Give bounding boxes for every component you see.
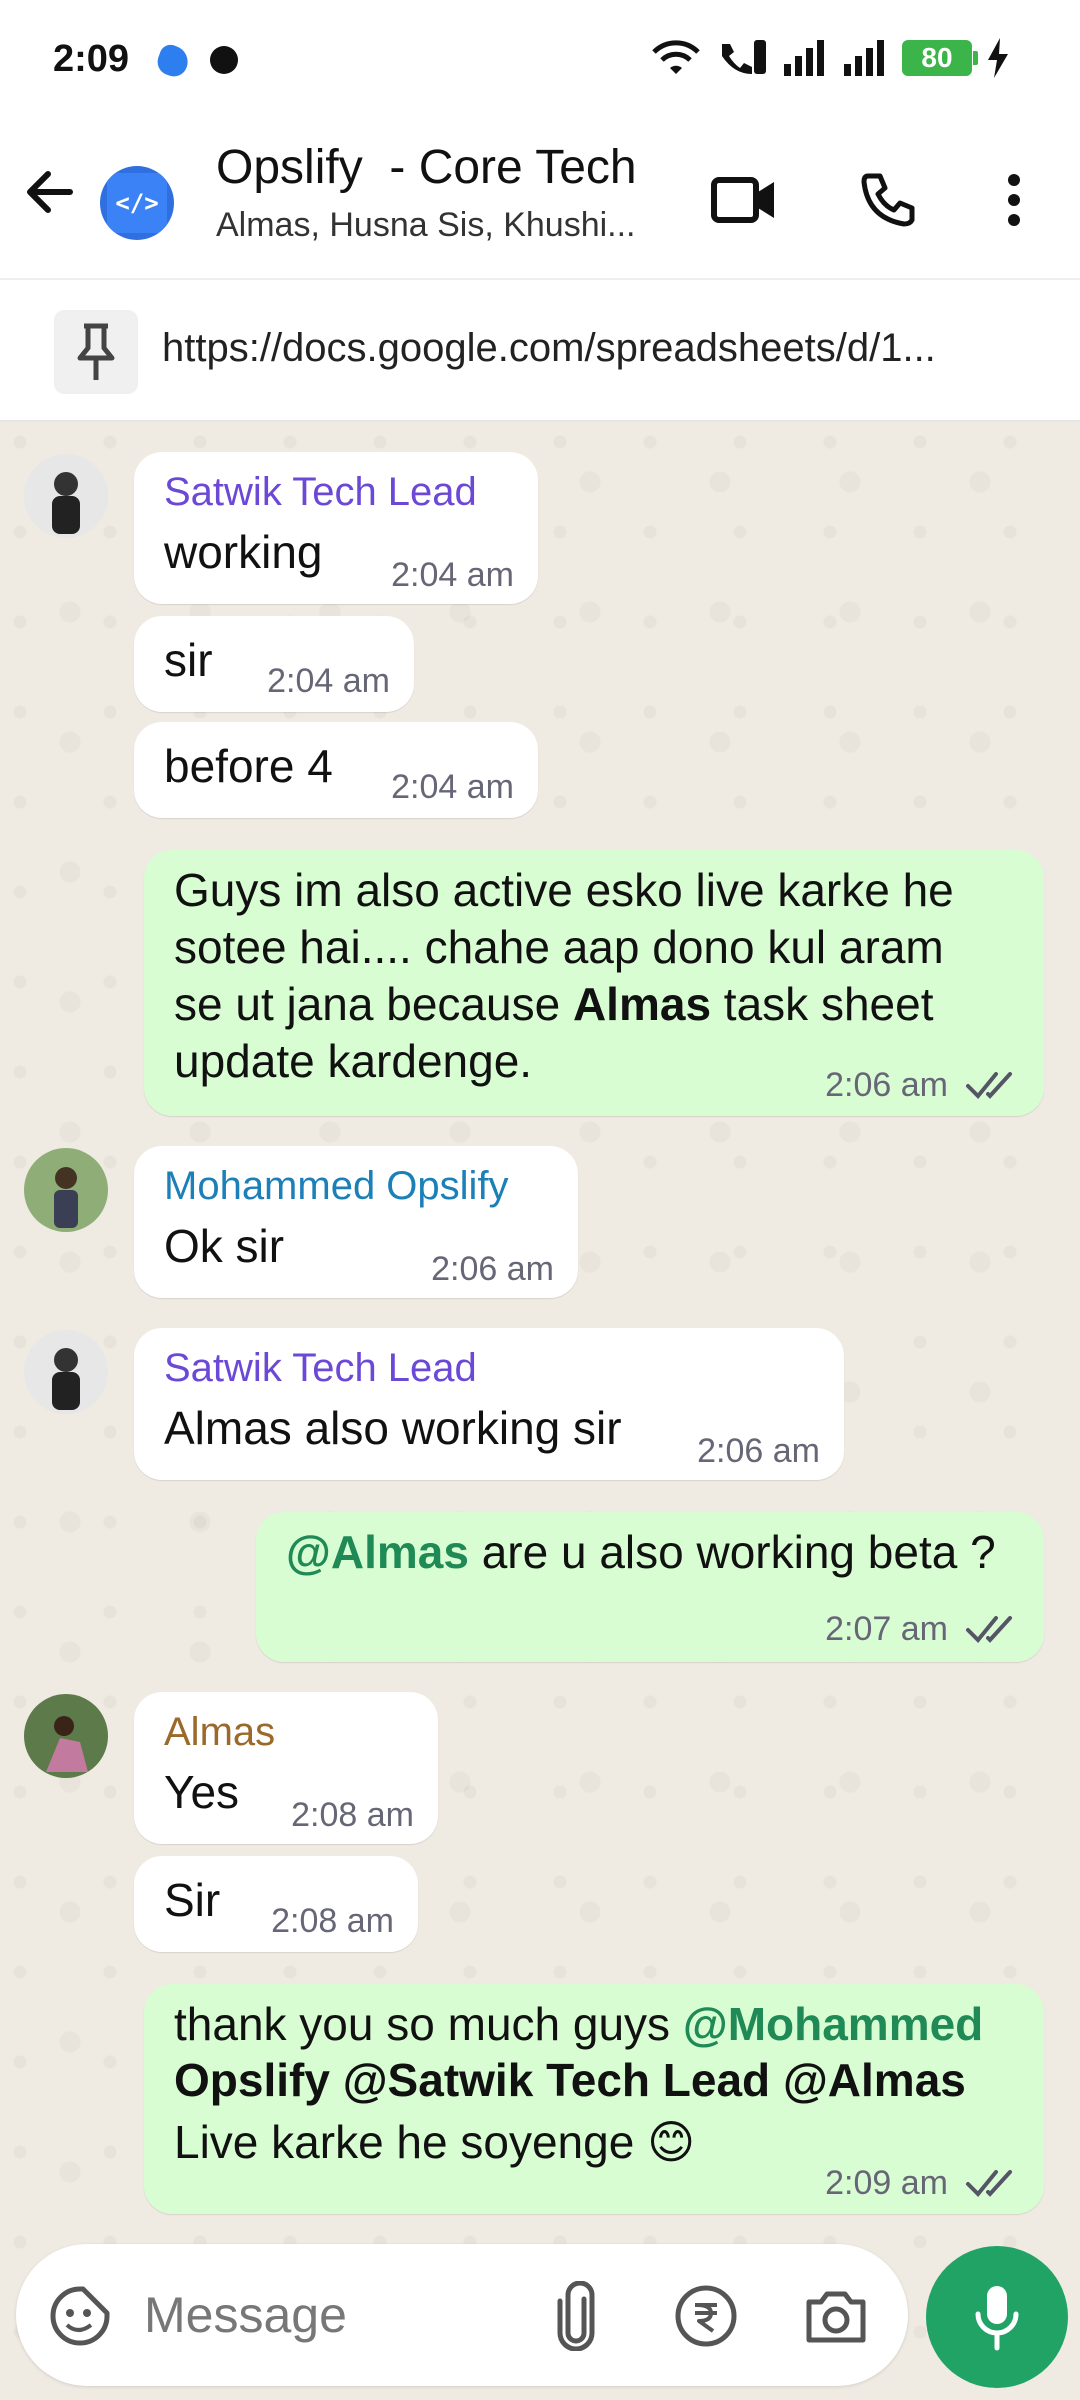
status-time: 2:09 — [53, 38, 130, 80]
video-call-button[interactable] — [706, 162, 782, 238]
message-text-part: thank you so much guys — [174, 1998, 683, 2050]
outgoing-message-bubble[interactable]: thank you so much guys @Mohammed Opslify… — [144, 1984, 1044, 2214]
message-line: sotee hai.... chahe aap dono kul aram — [174, 921, 944, 973]
message-composer[interactable]: Message — [16, 2244, 908, 2386]
message-bubble[interactable]: sir 2:04 am — [134, 616, 414, 712]
mention-line[interactable]: Opslify @Satwik Tech Lead @Almas — [174, 2052, 966, 2108]
pin-icon-box — [54, 310, 138, 394]
message-bubble[interactable]: Satwik Tech Lead Almas also working sir … — [134, 1328, 844, 1480]
app-notification-icon — [153, 41, 193, 81]
sender-name: Satwik Tech Lead — [164, 1346, 477, 1390]
charging-bolt-icon — [988, 38, 1008, 78]
group-title[interactable]: Opslify - Core Tech — [216, 140, 637, 195]
message-bubble[interactable]: Almas Yes 2:08 am — [134, 1692, 438, 1844]
message-time: 2:04 am — [267, 662, 390, 700]
message-time: 2:08 am — [291, 1796, 414, 1834]
message-line-part: task sheet — [711, 978, 934, 1030]
mention[interactable]: @Mohammed — [683, 1998, 983, 2050]
payment-button[interactable] — [666, 2276, 746, 2356]
battery-indicator: 80 — [902, 40, 978, 76]
volte-call-icon — [722, 40, 766, 74]
message-time: 2:06 am — [431, 1250, 554, 1288]
pin-icon — [77, 323, 115, 380]
message-time: 2:06 am — [825, 1066, 948, 1104]
sender-name: Mohammed Opslify — [164, 1164, 509, 1208]
message-time: 2:04 am — [391, 768, 514, 806]
message-text-part: Live karke he soyenge — [174, 2116, 648, 2168]
sticker-button[interactable] — [40, 2276, 120, 2356]
group-avatar[interactable]: </> — [100, 166, 174, 240]
notification-icons — [153, 41, 238, 81]
video-camera-icon — [711, 177, 774, 223]
message-text: sir — [164, 634, 213, 686]
group-members[interactable]: Almas, Husna Sis, Khushi... — [216, 206, 676, 245]
outgoing-message-bubble[interactable]: Guys im also active esko live karke he s… — [144, 850, 1044, 1116]
read-ticks-icon — [966, 2170, 1012, 2197]
message-line-part: se ut jana because — [174, 978, 573, 1030]
read-ticks-icon — [966, 1616, 1012, 1643]
back-button[interactable] — [18, 160, 82, 224]
message-line: se ut jana because Almas task sheet — [174, 976, 933, 1032]
message-time: 2:08 am — [271, 1902, 394, 1940]
message-text: before 4 — [164, 740, 333, 792]
signal-icon-2 — [844, 40, 884, 76]
message-text: Sir — [164, 1874, 221, 1926]
chat-area[interactable]: Satwik Tech Lead working 2:04 am sir 2:0… — [0, 422, 1080, 2400]
sender-name: Almas — [164, 1710, 276, 1754]
rupee-icon — [675, 2285, 737, 2347]
wifi-icon — [652, 40, 700, 74]
message-text: working — [164, 526, 323, 578]
message-text: @Almas are u also working beta ? — [286, 1524, 996, 1580]
signal-icon-1 — [784, 40, 824, 76]
message-text: Almas also working sir — [164, 1402, 622, 1454]
bold-name: Almas — [572, 978, 712, 1030]
smiling-emoji: 😊 — [647, 2115, 696, 2169]
camera-icon — [806, 2291, 866, 2343]
message-text: Yes — [164, 1766, 240, 1818]
mention[interactable]: @Almas — [286, 1526, 469, 1578]
message-time: 2:06 am — [697, 1432, 820, 1470]
message-text-part: are u also working beta ? — [468, 1526, 996, 1578]
chat-header: </> Opslify - Core Tech Almas, Husna Sis… — [0, 126, 1080, 278]
system-icons: 80 — [650, 38, 1010, 78]
camera-button[interactable] — [796, 2276, 876, 2356]
message-text: Ok sir — [164, 1220, 285, 1272]
almas-avatar[interactable] — [24, 1694, 108, 1778]
message-bubble[interactable]: before 4 2:04 am — [134, 722, 538, 818]
paperclip-icon — [557, 2281, 595, 2351]
status-bar: 2:09 80 — [0, 0, 1080, 126]
mohammed-avatar[interactable] — [24, 1148, 108, 1232]
back-arrow-icon — [27, 171, 73, 213]
microphone-icon — [975, 2286, 1019, 2351]
voice-call-button[interactable] — [850, 162, 926, 238]
phone-icon — [861, 173, 915, 227]
pinned-url[interactable]: https://docs.google.com/spreadsheets/d/1… — [162, 326, 1042, 371]
voice-message-button[interactable] — [926, 2246, 1068, 2388]
read-ticks-icon — [966, 1072, 1012, 1099]
bot-notification-icon — [210, 46, 238, 74]
message-time: 2:04 am — [391, 556, 514, 594]
satwik-avatar[interactable] — [24, 1330, 108, 1414]
pinned-message[interactable]: https://docs.google.com/spreadsheets/d/1… — [0, 278, 1080, 422]
message-line: thank you so much guys @Mohammed — [174, 1996, 983, 2052]
message-input[interactable]: Message — [144, 2286, 347, 2344]
kebab-menu-icon — [1008, 174, 1020, 226]
message-line: Guys im also active esko live karke he — [174, 864, 954, 916]
message-line: Live karke he soyenge 😊 — [174, 2114, 695, 2170]
message-bubble[interactable]: Mohammed Opslify Ok sir 2:06 am — [134, 1146, 578, 1298]
sticker-icon — [50, 2286, 110, 2346]
message-bubble[interactable]: Sir 2:08 am — [134, 1856, 418, 1952]
sender-name: Satwik Tech Lead — [164, 470, 477, 514]
code-icon: </> — [107, 173, 167, 233]
message-time: 2:09 am — [825, 2164, 948, 2202]
message-time: 2:07 am — [825, 1610, 948, 1648]
outgoing-message-bubble[interactable]: @Almas are u also working beta ? 2:07 am — [256, 1512, 1044, 1662]
more-options-button[interactable] — [976, 162, 1052, 238]
satwik-avatar[interactable] — [24, 454, 108, 538]
message-bubble[interactable]: Satwik Tech Lead working 2:04 am — [134, 452, 538, 604]
attach-button[interactable] — [536, 2276, 616, 2356]
message-line: update kardenge. — [174, 1035, 533, 1087]
